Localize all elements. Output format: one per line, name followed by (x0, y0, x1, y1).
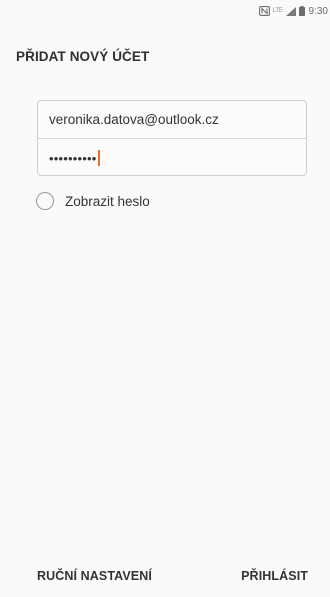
add-account-screen: LTE 9:30 PŘIDAT NOVÝ ÚČET veronika.datov… (0, 0, 330, 597)
status-bar: LTE 9:30 (0, 0, 330, 22)
password-value: •••••••••• (49, 150, 97, 166)
show-password-label: Zobrazit heslo (65, 193, 150, 209)
show-password-radio[interactable] (36, 192, 54, 210)
email-field[interactable]: veronika.datova@outlook.cz (38, 101, 306, 139)
text-cursor (97, 150, 100, 166)
signal-icon (285, 6, 296, 16)
clock: 9:30 (308, 5, 328, 17)
nfc-icon (258, 6, 270, 16)
show-password-option[interactable]: Zobrazit heslo (36, 192, 150, 210)
login-button[interactable]: PŘIHLÁSIT (241, 555, 308, 597)
password-field[interactable]: •••••••••• (38, 139, 306, 177)
battery-icon (298, 6, 305, 16)
login-form: veronika.datova@outlook.cz •••••••••• (37, 100, 307, 176)
page-title: PŘIDAT NOVÝ ÚČET (16, 49, 150, 64)
bottom-action-bar: RUČNÍ NASTAVENÍ PŘIHLÁSIT (0, 555, 330, 597)
manual-setup-button[interactable]: RUČNÍ NASTAVENÍ (37, 555, 152, 597)
lte-indicator: LTE (272, 8, 283, 14)
email-value: veronika.datova@outlook.cz (49, 112, 219, 127)
